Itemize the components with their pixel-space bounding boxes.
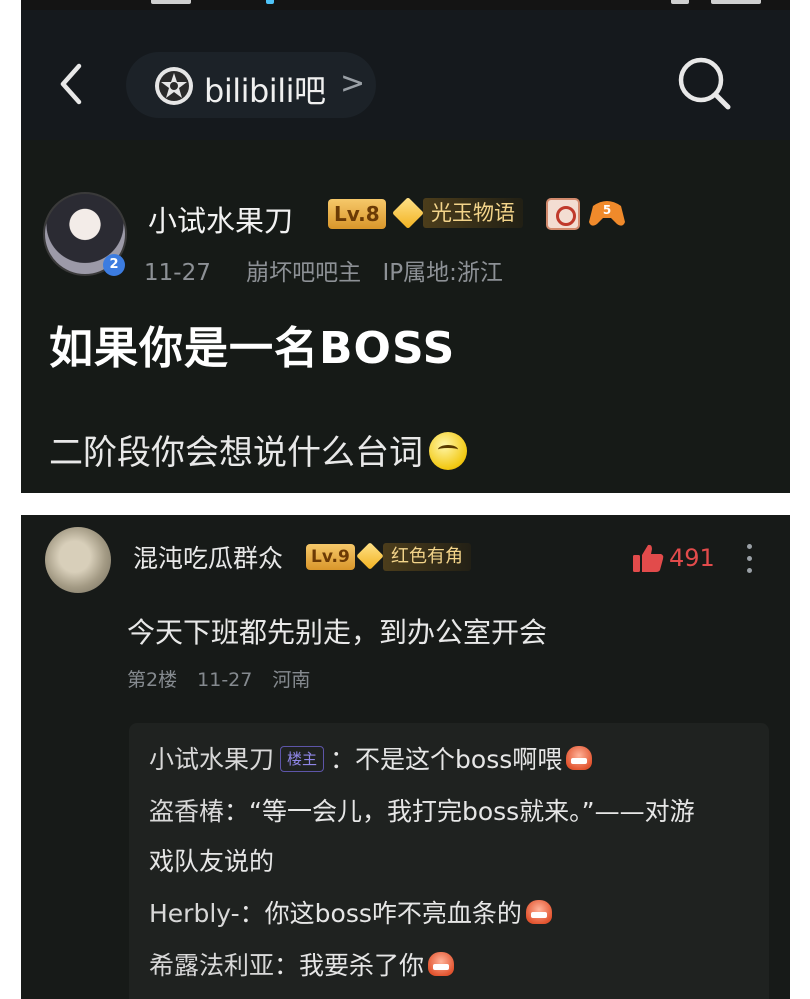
reply-author[interactable]: 盗香椿 (149, 797, 224, 826)
reply-author[interactable]: 希露法利亚 (149, 951, 274, 980)
list-item[interactable]: Herbly-：你这boss咋不亮血条的 (149, 897, 552, 931)
post-body: 二阶段你会想说什么台词 (49, 425, 467, 474)
level-badge: Lv.8 (328, 199, 386, 229)
avatar-level-badge: 2 (103, 254, 125, 276)
author-role: 崩坏吧吧主 (246, 260, 362, 286)
search-button[interactable] (673, 52, 737, 116)
gamepad-icon: 5 (589, 201, 625, 226)
commenter-name[interactable]: 混沌吃瓜群众 (133, 539, 283, 575)
ip-location: IP属地:浙江 (382, 260, 503, 286)
post-title: 如果你是一名BOSS (49, 323, 456, 374)
status-bar-glyph (711, 0, 761, 4)
angry-emoji-icon (566, 746, 593, 770)
gem-icon (356, 542, 384, 570)
smile-emoji-icon (429, 431, 467, 470)
list-item[interactable]: 小试水果刀 楼主 ：不是这个boss啊喂 (149, 743, 593, 777)
more-options-icon[interactable] (741, 541, 757, 577)
title-badge-text: 红色有角 (383, 543, 471, 571)
angry-emoji-icon (525, 900, 552, 924)
like-count: 491 (669, 544, 715, 572)
status-bar-glyph (671, 0, 689, 4)
reply-list[interactable]: 小试水果刀 楼主 ：不是这个boss啊喂 盗香椿：“等一会儿，我打完boss就来。”… (129, 723, 769, 999)
chevron-right-icon: > (340, 66, 366, 101)
floor-number: 第2楼 (127, 669, 178, 691)
reply-text: ：我要杀了你 (274, 951, 425, 980)
title-badge-text: 光玉物语 (423, 198, 523, 228)
status-bar-glyph (151, 0, 191, 4)
like-button[interactable]: 491 (631, 541, 715, 575)
angry-emoji-icon (428, 952, 455, 976)
list-item: 戏队友说的 (149, 845, 274, 879)
status-bar (21, 0, 790, 10)
top-nav-bar: bilibili吧 > (21, 10, 790, 140)
list-item[interactable]: 盗香椿：“等一会儿，我打完boss就来。”——对游 (149, 795, 695, 829)
panel-divider (0, 493, 810, 515)
post-content: 2 小试水果刀 Lv.8 光玉物语 5 11-27 崩坏吧吧主 IP属地:浙江 … (21, 140, 790, 493)
post-date: 11-27 (144, 260, 211, 286)
forum-logo-icon (155, 67, 193, 105)
back-button[interactable] (53, 54, 93, 114)
commenter-avatar[interactable] (45, 527, 111, 593)
status-bar-glyph (266, 0, 274, 4)
post-panel: bilibili吧 > 2 小试水果刀 Lv.8 光玉物语 5 11-27 崩坏… (21, 0, 790, 493)
comment-text: 今天下班都先别走，到办公室开会 (127, 616, 548, 649)
reply-text: 戏队友说的 (149, 847, 275, 876)
op-tag: 楼主 (280, 746, 325, 772)
comment-panel: 混沌吃瓜群众 Lv.9 红色有角 491 今天下班都先别走，到办公室开会 第2楼… (21, 515, 790, 999)
comment-date: 11-27 (197, 669, 253, 691)
post-meta: 11-27 崩坏吧吧主 IP属地:浙江 (144, 253, 531, 287)
medal-icon (546, 198, 580, 230)
gem-icon (392, 197, 424, 229)
forum-name: bilibili吧 (204, 72, 326, 110)
chevron-left-icon (60, 63, 82, 105)
thumbs-up-icon (633, 544, 664, 572)
svg-text:5: 5 (603, 203, 611, 217)
level-badge: Lv.9 (306, 544, 355, 570)
reply-text: ：“等一会儿，我打完boss就来。”——对游 (224, 797, 695, 826)
forum-link[interactable]: bilibili吧 > (126, 52, 376, 118)
post-body-text: 二阶段你会想说什么台词 (49, 433, 423, 473)
reply-text: ：不是这个boss啊喂 (330, 745, 563, 774)
author-name[interactable]: 小试水果刀 (148, 198, 293, 240)
comment-location: 河南 (272, 669, 311, 691)
reply-author[interactable]: 小试水果刀 (149, 745, 274, 774)
reply-text: ：你这boss咋不亮血条的 (239, 899, 522, 928)
comment-meta: 第2楼 11-27 河南 (127, 665, 324, 692)
reply-author[interactable]: Herbly- (149, 899, 240, 928)
list-item[interactable]: 希露法利亚：我要杀了你 (149, 949, 455, 983)
search-icon (678, 57, 731, 110)
